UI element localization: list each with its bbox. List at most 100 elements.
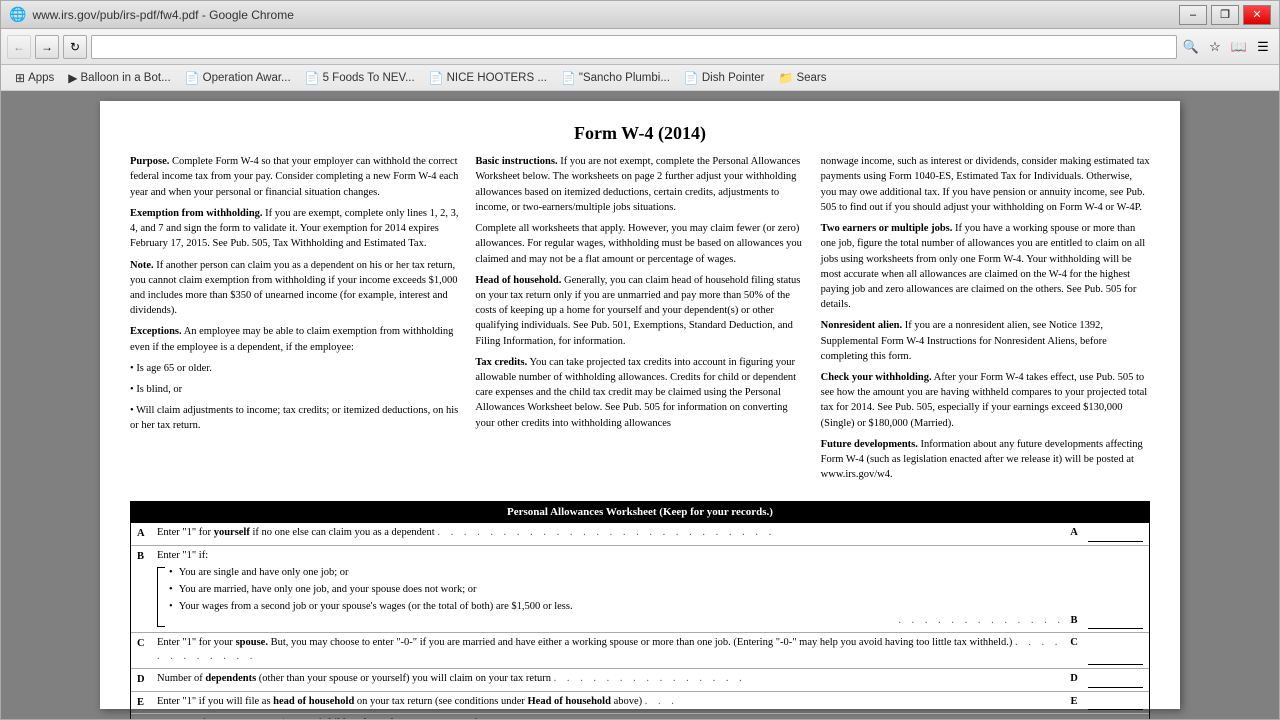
- purpose-paragraph: Purpose. Complete Form W-4 so that your …: [130, 154, 459, 200]
- exemption-paragraph: Exemption from withholding. If you are e…: [130, 206, 459, 252]
- row-e-letter: E: [137, 695, 157, 711]
- bookmark-dish[interactable]: 📄 Dish Pointer: [678, 69, 771, 87]
- nicehooters-icon: 📄: [429, 71, 444, 85]
- window-controls: – ❐ ✕: [1179, 5, 1271, 25]
- worksheet-row-b: B Enter "1" if: • You are single and hav…: [131, 546, 1149, 633]
- back-button[interactable]: ←: [7, 35, 31, 59]
- apps-icon: ⊞: [15, 71, 25, 85]
- bookmark-nicehooters[interactable]: 📄 NICE HOOTERS ...: [423, 69, 553, 87]
- note-text: If another person can claim you as a dep…: [130, 260, 457, 317]
- row-c-line: [1088, 651, 1143, 665]
- bullet3: • Will claim adjustments to income; tax …: [130, 403, 459, 433]
- row-c-end: C: [1064, 636, 1084, 651]
- bullet2: • Is blind, or: [130, 382, 459, 397]
- bullet-icon-2: •: [169, 583, 173, 598]
- bullet1: • Is age 65 or older.: [130, 361, 459, 376]
- pdf-instructions: Purpose. Complete Form W-4 so that your …: [130, 154, 1150, 488]
- two-earners-paragraph: Two earners or multiple jobs. If you hav…: [821, 221, 1150, 312]
- row-b-item-2-text: You are married, have only one job, and …: [179, 583, 477, 598]
- bookmark-nicehooters-label: NICE HOOTERS ...: [447, 72, 547, 84]
- bookmark-sancho-label: "Sancho Plumbi...: [579, 72, 670, 84]
- purpose-text: Complete Form W-4 so that your employer …: [130, 156, 458, 197]
- pdf-col-3: nonwage income, such as interest or divi…: [821, 154, 1150, 488]
- reload-button[interactable]: ↻: [63, 35, 87, 59]
- worksheet-row-f: F Enter "1" if you have at least $2,000 …: [131, 714, 1149, 719]
- row-b-items: • You are single and have only one job; …: [169, 565, 898, 615]
- pdf-viewer[interactable]: Form W-4 (2014) Purpose. Complete Form W…: [1, 91, 1279, 719]
- worksheet-row-c: C Enter "1" for your spouse. But, you ma…: [131, 633, 1149, 669]
- minimize-button[interactable]: –: [1179, 5, 1207, 25]
- tax-paragraph: Tax credits. You can take projected tax …: [475, 355, 804, 431]
- row-b-item-3-text: Your wages from a second job or your spo…: [179, 600, 573, 615]
- star-icon[interactable]: ☆: [1205, 37, 1225, 57]
- future-heading: Future developments.: [821, 439, 918, 450]
- check-paragraph: Check your withholding. After your Form …: [821, 370, 1150, 431]
- head-heading: Head of household.: [475, 275, 561, 286]
- browser-window: 🌐 www.irs.gov/pub/irs-pdf/fw4.pdf - Goog…: [0, 0, 1280, 720]
- search-icon[interactable]: 🔍: [1181, 37, 1201, 57]
- bookmark-sears-label: Sears: [796, 72, 826, 84]
- row-e-line: [1088, 696, 1143, 710]
- bookmark-balloon-label: Balloon in a Bot...: [81, 72, 171, 84]
- menu-icon[interactable]: ☰: [1253, 37, 1273, 57]
- 5foods-icon: 📄: [305, 71, 320, 85]
- head-paragraph: Head of household. Generally, you can cl…: [475, 273, 804, 349]
- bookmark-5foods[interactable]: 📄 5 Foods To NEV...: [299, 69, 421, 87]
- exceptions-heading: Exceptions.: [130, 326, 182, 337]
- complete-text: Complete all worksheets that apply. Howe…: [475, 223, 802, 264]
- row-d-letter: D: [137, 672, 157, 688]
- nonwage-paragraph: nonwage income, such as interest or divi…: [821, 154, 1150, 215]
- worksheet-row-e: E Enter "1" if you will file as head of …: [131, 692, 1149, 715]
- row-d-line: [1088, 674, 1143, 688]
- close-button[interactable]: ✕: [1243, 5, 1271, 25]
- row-f-end: F: [1064, 717, 1084, 719]
- nonresident-paragraph: Nonresident alien. If you are a nonresid…: [821, 318, 1150, 364]
- bookmark-icon[interactable]: 📖: [1229, 37, 1249, 57]
- pdf-page: Form W-4 (2014) Purpose. Complete Form W…: [100, 101, 1180, 709]
- nav-right-icons: 🔍 ☆ 📖 ☰: [1181, 37, 1273, 57]
- basic-paragraph: Basic instructions. If you are not exemp…: [475, 154, 804, 215]
- row-a-letter: A: [137, 526, 157, 542]
- sancho-icon: 📄: [561, 71, 576, 85]
- bookmarks-bar: ⊞ Apps ▶ Balloon in a Bot... 📄 Operation…: [1, 65, 1279, 91]
- forward-button[interactable]: →: [35, 35, 59, 59]
- row-d-content: Number of dependents (other than your sp…: [157, 672, 1064, 687]
- bookmark-sears[interactable]: 📁 Sears: [773, 69, 833, 87]
- bookmark-apps-label: Apps: [28, 72, 54, 84]
- two-earners-text: If you have a working spouse or more tha…: [821, 223, 1146, 310]
- row-b-item-1: • You are single and have only one job; …: [169, 565, 898, 582]
- check-heading: Check your withholding.: [821, 372, 932, 383]
- row-f-letter: F: [137, 717, 157, 719]
- bookmark-balloon[interactable]: ▶ Balloon in a Bot...: [62, 69, 176, 87]
- exceptions-paragraph: Exceptions. An employee may be able to c…: [130, 324, 459, 354]
- future-paragraph: Future developments. Information about a…: [821, 437, 1150, 483]
- row-b-item-2: • You are married, have only one job, an…: [169, 582, 898, 599]
- title-bar-left: 🌐 www.irs.gov/pub/irs-pdf/fw4.pdf - Goog…: [9, 6, 294, 23]
- row-a-content: Enter "1" for yourself if no one else ca…: [157, 526, 1064, 541]
- worksheet-section: Personal Allowances Worksheet (Keep for …: [130, 501, 1150, 719]
- form-title: Form W-4 (2014): [130, 121, 1150, 146]
- bookmark-sancho[interactable]: 📄 "Sancho Plumbi...: [555, 69, 676, 87]
- row-e-end: E: [1064, 695, 1084, 710]
- tax-heading: Tax credits.: [475, 357, 527, 368]
- row-a-line: [1088, 528, 1143, 542]
- bookmark-apps[interactable]: ⊞ Apps: [9, 69, 60, 87]
- row-a-end: A: [1064, 526, 1084, 541]
- bullet-icon-3: •: [169, 600, 173, 615]
- row-b-bracket: [157, 567, 165, 627]
- row-b-item-1-text: You are single and have only one job; or: [179, 566, 349, 581]
- operation-icon: 📄: [185, 71, 200, 85]
- note-paragraph: Note. If another person can claim you as…: [130, 258, 459, 319]
- worksheet-row-d: D Number of dependents (other than your …: [131, 669, 1149, 692]
- row-b-letter: B: [137, 549, 157, 565]
- address-bar[interactable]: www.irs.gov/pub/irs-pdf/fw4.pdf: [91, 35, 1177, 59]
- note-heading: Note.: [130, 260, 154, 271]
- worksheet-header: Personal Allowances Worksheet (Keep for …: [131, 502, 1149, 523]
- row-b-line: [1088, 615, 1143, 629]
- row-f-content: Enter "1" if you have at least $2,000 of…: [157, 717, 1064, 719]
- restore-button[interactable]: ❐: [1211, 5, 1239, 25]
- nonresident-heading: Nonresident alien.: [821, 320, 902, 331]
- nonwage-text: nonwage income, such as interest or divi…: [821, 156, 1150, 213]
- balloon-icon: ▶: [68, 71, 77, 85]
- bookmark-operation[interactable]: 📄 Operation Awar...: [179, 69, 297, 87]
